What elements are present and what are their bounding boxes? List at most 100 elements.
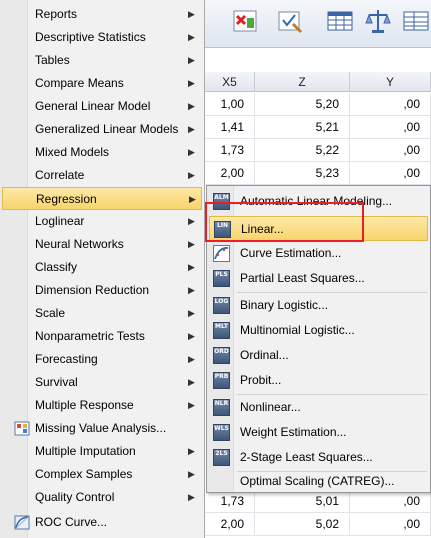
menu-item-dimension-reduction[interactable]: Dimension Reduction ▶: [0, 279, 205, 302]
submenu-arrow-icon: ▶: [188, 492, 195, 502]
column-header-z[interactable]: Z: [255, 72, 350, 92]
menu-item-general-linear-model[interactable]: General Linear Model ▶: [0, 95, 205, 118]
icon-label: 2LS: [213, 449, 230, 466]
table-row: 1,00 5,20 ,00: [205, 93, 431, 116]
submenu-item-label: Curve Estimation...: [240, 246, 342, 260]
weight-estimation-icon: WLS: [213, 424, 230, 441]
icon-label: LOG: [213, 297, 230, 314]
table-row: 1,41 5,21 ,00: [205, 116, 431, 139]
submenu-arrow-icon: ▶: [188, 469, 195, 479]
weight-cases-icon[interactable]: [275, 6, 305, 36]
select-cases-icon[interactable]: [231, 6, 261, 36]
table-cell[interactable]: ,00: [350, 116, 431, 139]
submenu-item-optimal-scaling[interactable]: Optimal Scaling (CATREG)...: [207, 469, 430, 494]
submenu-item-automatic-linear-modeling[interactable]: ALM Automatic Linear Modeling...: [207, 189, 430, 214]
submenu-item-nonlinear[interactable]: NLR Nonlinear...: [207, 395, 430, 420]
menu-item-label: Missing Value Analysis...: [35, 421, 167, 435]
menu-item-multiple-response[interactable]: Multiple Response ▶: [0, 394, 205, 417]
analyze-menu: Reports ▶ Descriptive Statistics ▶ Tables ▶…: [0, 0, 205, 538]
table-cell[interactable]: 5,23: [255, 162, 350, 185]
submenu-arrow-icon: ▶: [188, 55, 195, 65]
menu-item-descriptive-statistics[interactable]: Descriptive Statistics ▶: [0, 26, 205, 49]
table-cell[interactable]: 5,02: [255, 513, 350, 536]
menu-item-mixed-models[interactable]: Mixed Models ▶: [0, 141, 205, 164]
table-cell[interactable]: ,00: [350, 139, 431, 162]
submenu-arrow-icon: ▶: [188, 308, 195, 318]
table-cell[interactable]: 1,00: [205, 93, 255, 116]
table-cell[interactable]: 2,00: [205, 162, 255, 185]
menu-item-label: Reports: [35, 7, 78, 21]
menu-item-roc-curve[interactable]: ROC Curve...: [0, 511, 205, 534]
submenu-item-weight-estimation[interactable]: WLS Weight Estimation...: [207, 420, 430, 445]
icon-label: NLR: [213, 399, 230, 416]
submenu-item-partial-least-squares[interactable]: PLS Partial Least Squares...: [207, 266, 430, 291]
menu-item-label: Regression: [36, 192, 97, 206]
menu-item-survival[interactable]: Survival ▶: [0, 371, 205, 394]
menu-item-label: Mixed Models: [35, 145, 110, 159]
table-cell[interactable]: 5,22: [255, 139, 350, 162]
table-cell[interactable]: ,00: [350, 93, 431, 116]
menu-item-label: Correlate: [35, 168, 85, 182]
column-header-y[interactable]: Y: [350, 72, 431, 92]
submenu-arrow-icon: ▶: [188, 170, 195, 180]
menu-item-label: Nonparametric Tests: [35, 329, 145, 343]
table-row: 1,73 5,22 ,00: [205, 139, 431, 162]
menu-item-multiple-imputation[interactable]: Multiple Imputation ▶: [0, 440, 205, 463]
menu-item-label: Compare Means: [35, 76, 124, 90]
table-cell[interactable]: 5,21: [255, 116, 350, 139]
submenu-arrow-icon: ▶: [188, 354, 195, 364]
menu-item-label: Generalized Linear Models: [35, 122, 179, 136]
submenu-item-binary-logistic[interactable]: LOG Binary Logistic...: [207, 293, 430, 318]
table-row: 2,00 5,23 ,00: [205, 162, 431, 185]
menu-item-correlate[interactable]: Correlate ▶: [0, 164, 205, 187]
submenu-arrow-icon: ▶: [188, 285, 195, 295]
submenu-item-label: Weight Estimation...: [240, 425, 347, 439]
menu-item-label: Quality Control: [35, 490, 115, 504]
submenu-item-curve-estimation[interactable]: Curve Estimation...: [207, 241, 430, 266]
menu-item-label: Dimension Reduction: [35, 283, 150, 297]
curve-estimation-icon: [213, 245, 230, 262]
menu-item-tables[interactable]: Tables ▶: [0, 49, 205, 72]
menu-item-generalized-linear-models[interactable]: Generalized Linear Models ▶: [0, 118, 205, 141]
column-header-x5[interactable]: X5: [205, 72, 255, 92]
table-cell[interactable]: 5,20: [255, 93, 350, 116]
menu-item-loglinear[interactable]: Loglinear ▶: [0, 210, 205, 233]
submenu-arrow-icon: ▶: [188, 147, 195, 157]
menu-item-nonparametric-tests[interactable]: Nonparametric Tests ▶: [0, 325, 205, 348]
split-file-icon[interactable]: [401, 6, 431, 36]
menu-item-forecasting[interactable]: Forecasting ▶: [0, 348, 205, 371]
submenu-item-label: Optimal Scaling (CATREG)...: [240, 474, 395, 488]
table-row: 2,00 5,02 ,00: [205, 513, 431, 536]
submenu-item-label: Automatic Linear Modeling...: [240, 194, 393, 208]
menu-item-missing-value-analysis[interactable]: Missing Value Analysis...: [0, 417, 205, 440]
table-cell[interactable]: ,00: [350, 513, 431, 536]
table-icon[interactable]: [325, 6, 355, 36]
balance-icon[interactable]: [363, 6, 393, 36]
icon-label: ORD: [213, 347, 230, 364]
submenu-item-linear[interactable]: LIN Linear...: [209, 216, 428, 241]
submenu-item-multinomial-logistic[interactable]: MLT Multinomial Logistic...: [207, 318, 430, 343]
menu-item-regression[interactable]: Regression ▶: [2, 187, 202, 210]
menu-item-complex-samples[interactable]: Complex Samples ▶: [0, 463, 205, 486]
menu-item-neural-networks[interactable]: Neural Networks ▶: [0, 233, 205, 256]
ordinal-regression-icon: ORD: [213, 347, 230, 364]
menu-item-classify[interactable]: Classify ▶: [0, 256, 205, 279]
menu-item-compare-means[interactable]: Compare Means ▶: [0, 72, 205, 95]
submenu-item-probit[interactable]: PRB Probit...: [207, 368, 430, 393]
menu-item-label: Classify: [35, 260, 78, 274]
table-cell[interactable]: 1,41: [205, 116, 255, 139]
icon-label: PLS: [213, 270, 230, 287]
menu-item-quality-control[interactable]: Quality Control ▶: [0, 486, 205, 509]
submenu-arrow-icon: ▶: [188, 32, 195, 42]
missing-value-analysis-icon: [14, 421, 30, 436]
submenu-item-two-stage-least-squares[interactable]: 2LS 2-Stage Least Squares...: [207, 445, 430, 470]
table-cell[interactable]: 1,73: [205, 139, 255, 162]
icon-label: WLS: [213, 424, 230, 441]
table-cell[interactable]: ,00: [350, 162, 431, 185]
regression-submenu: ALM Automatic Linear Modeling... LIN Lin…: [206, 185, 431, 493]
menu-item-reports[interactable]: Reports ▶: [0, 3, 205, 26]
submenu-item-ordinal[interactable]: ORD Ordinal...: [207, 343, 430, 368]
table-cell[interactable]: 2,00: [205, 513, 255, 536]
submenu-arrow-icon: ▶: [188, 262, 195, 272]
menu-item-scale[interactable]: Scale ▶: [0, 302, 205, 325]
